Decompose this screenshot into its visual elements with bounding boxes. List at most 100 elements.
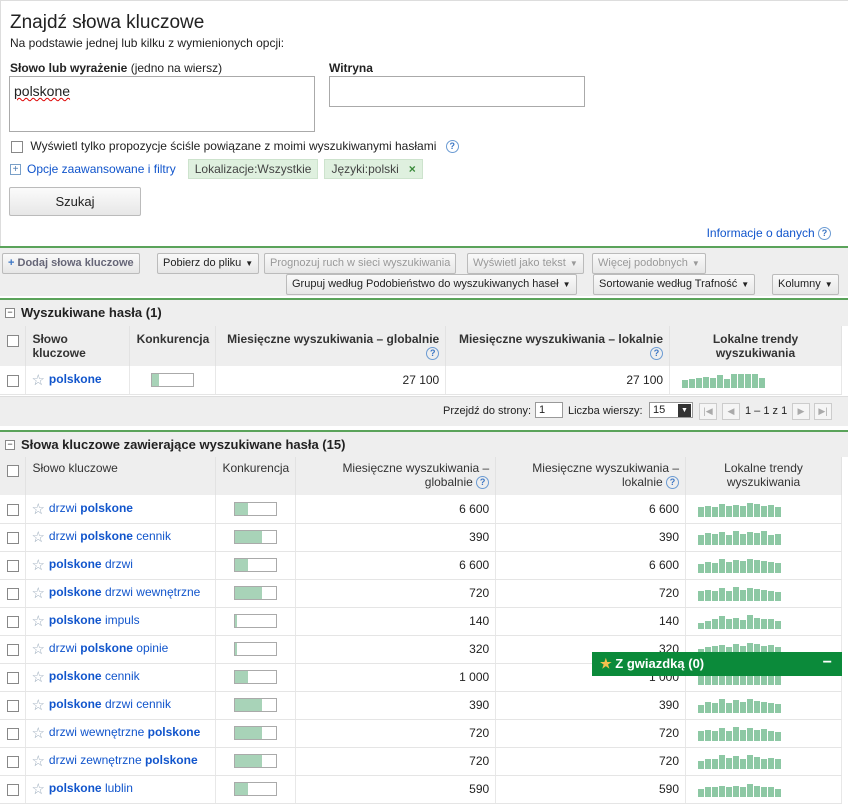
- trend-bar: [698, 676, 705, 685]
- next-page-icon[interactable]: ▶: [792, 403, 810, 420]
- sort-dropdown[interactable]: Sortowanie według Trafność ▼: [593, 274, 756, 295]
- collapse-minus-icon[interactable]: −: [5, 308, 15, 318]
- row-checkbox[interactable]: [6, 783, 19, 796]
- trend-bar: [705, 590, 712, 601]
- star-outline-icon[interactable]: ☆: [31, 557, 44, 574]
- row-checkbox[interactable]: [6, 559, 19, 572]
- global-searches: 6 600: [295, 551, 497, 580]
- keyword-link[interactable]: polskone: [49, 372, 102, 386]
- data-info-link[interactable]: Informacje o danych ?: [707, 226, 831, 241]
- help-icon[interactable]: ?: [426, 347, 440, 361]
- row-checkbox[interactable]: [6, 615, 19, 628]
- star-outline-icon[interactable]: ☆: [31, 669, 44, 686]
- help-icon[interactable]: ?: [650, 347, 664, 361]
- row-checkbox[interactable]: [6, 531, 19, 544]
- search-button[interactable]: Szukaj: [9, 187, 141, 216]
- more-similar-button[interactable]: Więcej podobnych ▼: [592, 253, 706, 274]
- star-outline-icon[interactable]: ☆: [31, 501, 44, 518]
- last-page-icon[interactable]: ▶|: [814, 403, 832, 420]
- table-row: ☆ drzwi wewnętrzne polskone 720 720: [0, 719, 842, 748]
- columns-dropdown[interactable]: Kolumny ▼: [772, 274, 839, 295]
- remove-x-icon[interactable]: ×: [409, 162, 416, 176]
- col-keyword[interactable]: Słowo kluczowe: [25, 326, 131, 367]
- expand-plus-icon[interactable]: +: [10, 163, 21, 175]
- trend-sparkline: [698, 753, 841, 769]
- col-trends[interactable]: Lokalne trendy wyszukiwania: [685, 457, 842, 495]
- advanced-options-link[interactable]: Opcje zaawansowane i filtry: [27, 162, 176, 176]
- keyword-textarea[interactable]: polskone: [9, 76, 315, 132]
- help-icon[interactable]: ?: [818, 227, 831, 241]
- trend-bar: [761, 590, 768, 601]
- table-row: ☆ polskone 27 100 27 100: [0, 366, 842, 395]
- row-checkbox[interactable]: [6, 503, 19, 516]
- select-all-checkbox[interactable]: [6, 334, 19, 347]
- group-by-dropdown[interactable]: Grupuj według Podobieństwo do wyszukiwan…: [286, 274, 577, 295]
- star-outline-icon[interactable]: ☆: [31, 641, 44, 658]
- row-checkbox[interactable]: [6, 699, 19, 712]
- col-global[interactable]: Miesięczne wyszukiwania – globalnie?: [215, 326, 447, 367]
- row-checkbox[interactable]: [6, 671, 19, 684]
- keyword-link[interactable]: drzwi zewnętrzne polskone: [49, 753, 198, 767]
- trend-bar: [705, 562, 712, 573]
- help-icon[interactable]: ?: [476, 476, 490, 490]
- trend-bar: [705, 533, 712, 545]
- competition-bar: [234, 670, 278, 685]
- col-trends[interactable]: Lokalne trendy wyszukiwania: [669, 326, 842, 367]
- row-checkbox[interactable]: [6, 374, 19, 387]
- star-outline-icon[interactable]: ☆: [31, 725, 44, 742]
- competition-bar: [151, 373, 195, 388]
- prev-page-icon[interactable]: ◀: [722, 403, 740, 420]
- forecast-button[interactable]: Prognozuj ruch w sieci wyszukiwania: [264, 253, 457, 274]
- row-checkbox[interactable]: [6, 755, 19, 768]
- star-outline-icon[interactable]: ☆: [31, 613, 44, 630]
- trend-bar: [759, 378, 766, 389]
- row-checkbox[interactable]: [6, 587, 19, 600]
- keyword-link[interactable]: polskone cennik: [49, 669, 140, 683]
- keyword-link[interactable]: drzwi polskone cennik: [49, 529, 171, 543]
- view-as-text-button[interactable]: Wyświetl jako tekst ▼: [467, 253, 584, 274]
- trend-bar: [712, 759, 719, 769]
- first-page-icon[interactable]: |◀: [699, 403, 717, 420]
- col-competition[interactable]: Konkurencja: [215, 457, 297, 495]
- keyword-link[interactable]: drzwi polskone: [49, 501, 133, 515]
- page-input[interactable]: 1: [535, 402, 563, 418]
- col-keyword[interactable]: Słowo kluczowe: [25, 457, 217, 495]
- keyword-link[interactable]: polskone impuls: [49, 613, 140, 627]
- help-icon[interactable]: ?: [445, 140, 459, 154]
- keyword-link[interactable]: drzwi wewnętrzne polskone: [49, 725, 200, 739]
- collapse-minus-icon[interactable]: −: [5, 440, 15, 450]
- language-chip[interactable]: Języki:polski ×: [324, 159, 423, 179]
- col-competition[interactable]: Konkurencja: [129, 326, 217, 367]
- col-global[interactable]: Miesięczne wyszukiwania – globalnie ?: [295, 457, 497, 495]
- keyword-link[interactable]: polskone drzwi cennik: [49, 697, 171, 711]
- select-all-checkbox[interactable]: [6, 464, 19, 477]
- keyword-link[interactable]: drzwi polskone opinie: [49, 641, 168, 655]
- row-checkbox[interactable]: [6, 727, 19, 740]
- rows-select[interactable]: 15 ▼: [649, 402, 693, 418]
- local-searches: 720: [495, 747, 687, 776]
- star-outline-icon[interactable]: ☆: [31, 372, 44, 389]
- site-input[interactable]: [329, 76, 585, 107]
- minimize-icon[interactable]: −: [823, 651, 832, 675]
- col-local[interactable]: Miesięczne wyszukiwania – lokalnie?: [445, 326, 671, 367]
- star-outline-icon[interactable]: ☆: [31, 585, 44, 602]
- add-keywords-button[interactable]: + Dodaj słowa kluczowe: [2, 253, 140, 274]
- row-checkbox[interactable]: [6, 643, 19, 656]
- keyword-link[interactable]: polskone lublin: [49, 781, 133, 795]
- global-searches: 390: [295, 523, 497, 552]
- download-button[interactable]: Pobierz do pliku ▼: [157, 253, 260, 274]
- star-outline-icon[interactable]: ☆: [31, 697, 44, 714]
- col-local[interactable]: Miesięczne wyszukiwania – lokalnie ?: [495, 457, 687, 495]
- star-outline-icon[interactable]: ☆: [31, 753, 44, 770]
- exact-match-checkbox[interactable]: [11, 140, 23, 153]
- help-icon[interactable]: ?: [666, 476, 680, 490]
- trend-bar: [719, 559, 726, 573]
- star-outline-icon[interactable]: ☆: [31, 781, 44, 798]
- location-chip[interactable]: Lokalizacje:Wszystkie: [187, 159, 319, 179]
- page-title: Znajdź słowa kluczowe: [10, 12, 205, 33]
- star-outline-icon[interactable]: ☆: [31, 529, 44, 546]
- keyword-link[interactable]: polskone drzwi: [49, 557, 133, 571]
- starred-panel[interactable]: ★ Z gwiazdką (0) −: [592, 652, 842, 676]
- trend-bar: [719, 786, 726, 797]
- keyword-link[interactable]: polskone drzwi wewnętrzne: [49, 585, 200, 599]
